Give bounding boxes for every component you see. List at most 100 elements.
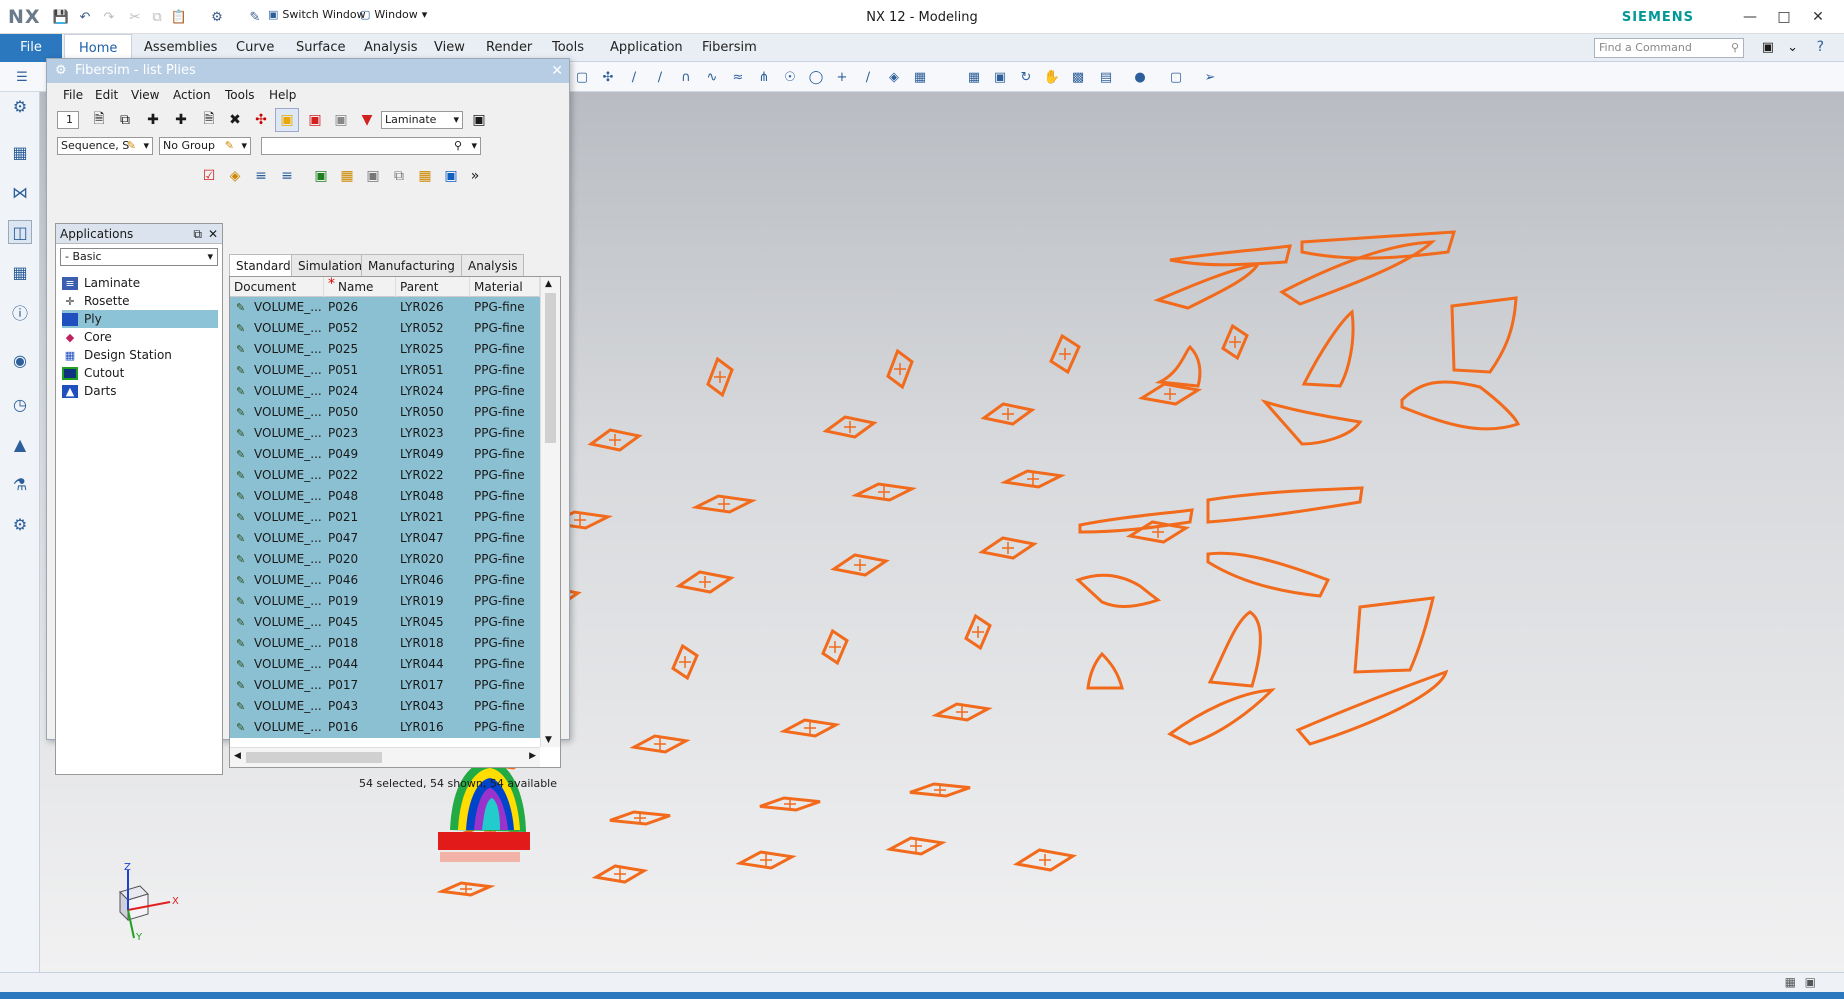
edit-pencil-icon[interactable]: ✎ <box>236 402 245 423</box>
edit-pencil-icon[interactable]: ✎ <box>236 675 245 696</box>
application-filter-select[interactable]: - Basic ▾ <box>60 248 218 266</box>
close-icon[interactable]: ✕ <box>208 224 218 244</box>
close-panel-icon[interactable]: ✕ <box>551 59 563 83</box>
constraint-navigator-icon[interactable]: ◫ <box>8 220 32 244</box>
system-scenes-icon[interactable]: ⚙ <box>8 512 32 536</box>
panel-menu-edit[interactable]: Edit <box>95 88 118 102</box>
tab-fibersim[interactable]: Fibersim <box>688 34 771 62</box>
table-row[interactable]: ✎ VOLUME_... P043 LYR043 PPG-fine <box>230 696 540 717</box>
ply-tool-icon[interactable]: ◈ <box>223 164 247 188</box>
line-tool-icon[interactable]: ∕ <box>650 68 670 86</box>
tab-analysis[interactable]: Analysis <box>461 254 525 276</box>
table-row[interactable]: ✎ VOLUME_... P017 LYR017 PPG-fine <box>230 675 540 696</box>
sort-icon[interactable]: ≡ <box>249 164 273 188</box>
laminate-combo[interactable]: Laminate ▾ <box>381 111 463 129</box>
intersection-icon[interactable]: ⋔ <box>754 68 774 86</box>
table-row[interactable]: ✎ VOLUME_... P044 LYR044 PPG-fine <box>230 654 540 675</box>
part-navigator-icon[interactable]: ▦ <box>8 140 32 164</box>
sequence-combo[interactable]: Sequence, S ✎ ▾ <box>57 137 153 155</box>
tab-application[interactable]: Application <box>596 34 697 62</box>
panel-menu-help[interactable]: Help <box>269 88 296 102</box>
table-row[interactable]: ✎ VOLUME_... P049 LYR049 PPG-fine <box>230 444 540 465</box>
minimize-icon[interactable]: — <box>1736 6 1764 28</box>
analysis-icon[interactable]: ▲ <box>8 432 32 456</box>
tangent-icon[interactable]: ∕ <box>858 68 878 86</box>
status-window-icon[interactable]: ▣ <box>1805 975 1816 989</box>
column-material[interactable]: Material <box>470 277 540 297</box>
app-item-design-station[interactable]: ▦ Design Station <box>62 346 218 364</box>
edit-pencil-icon[interactable]: ✎ <box>236 717 245 738</box>
orient-view-icon[interactable]: ▤ <box>1096 68 1116 86</box>
copy-tool-icon[interactable]: ⧉ <box>387 164 411 188</box>
section-icon[interactable]: ▩ <box>1068 68 1088 86</box>
edit-pencil-icon[interactable]: ✎ <box>236 486 245 507</box>
close-icon[interactable]: ✕ <box>1804 6 1832 28</box>
transform-icon[interactable]: ✣ <box>249 108 273 132</box>
table-row[interactable]: ✎ VOLUME_... P046 LYR046 PPG-fine <box>230 570 540 591</box>
edit-pencil-icon[interactable]: ✎ <box>236 423 245 444</box>
web-browser-icon[interactable]: ◉ <box>8 348 32 372</box>
maximize-icon[interactable]: □ <box>1770 6 1798 28</box>
edit-pencil-icon[interactable]: ✎ <box>236 465 245 486</box>
curve-icon[interactable]: ≈ <box>728 68 748 86</box>
table-row[interactable]: ✎ VOLUME_... P052 LYR052 PPG-fine <box>230 318 540 339</box>
move-icon[interactable]: ▦ <box>335 164 359 188</box>
table-row[interactable]: ✎ VOLUME_... P045 LYR045 PPG-fine <box>230 612 540 633</box>
render-style-icon[interactable]: ● <box>1130 68 1150 86</box>
filter-input[interactable]: ⚲ ▾ <box>261 137 481 155</box>
add-point-icon[interactable]: ✚ <box>141 108 165 132</box>
edit-pencil-icon[interactable]: ✎ <box>236 528 245 549</box>
grey-tool-icon[interactable]: ▣ <box>361 164 385 188</box>
gear-icon[interactable]: ⚙ <box>8 94 32 118</box>
app-item-darts[interactable]: ▲ Darts <box>62 382 218 400</box>
copy-document-icon[interactable]: ⧉ <box>113 108 137 132</box>
column-parent[interactable]: Parent <box>396 277 470 297</box>
add-origin-icon[interactable]: ✚ <box>169 108 193 132</box>
edit-pencil-icon[interactable]: ✎ <box>236 318 245 339</box>
form-view-icon[interactable]: ▣ <box>467 108 491 132</box>
export-icon[interactable]: ▼ <box>355 108 379 132</box>
app-item-cutout[interactable]: Cutout <box>62 364 218 382</box>
info-icon[interactable]: ⓘ <box>8 300 32 324</box>
edit-pencil-icon[interactable]: ✎ <box>236 654 245 675</box>
panel-menu-action[interactable]: Action <box>173 88 211 102</box>
pan-icon[interactable]: ✋ <box>1042 68 1062 86</box>
find-command-input[interactable]: Find a Command ⚲ <box>1594 38 1744 58</box>
assembly-navigator-icon[interactable]: ⋈ <box>8 180 32 204</box>
table-row[interactable]: ✎ VOLUME_... P025 LYR025 PPG-fine <box>230 339 540 360</box>
scroll-right-icon[interactable]: ▶ <box>529 751 536 761</box>
new-document-icon[interactable]: 🗎 <box>87 108 111 132</box>
app-item-rosette[interactable]: ✛ Rosette <box>62 292 218 310</box>
zoom-icon[interactable]: ▣ <box>990 68 1010 86</box>
page-number-input[interactable]: 1 <box>57 111 79 129</box>
edit-pencil-icon[interactable]: ✎ <box>236 612 245 633</box>
arc-icon[interactable]: ∩ <box>676 68 696 86</box>
edit-pencil-icon[interactable]: ✎ <box>236 507 245 528</box>
checkbox-icon[interactable]: ☑ <box>197 164 221 188</box>
panel-menu-tools[interactable]: Tools <box>225 88 255 102</box>
menu-icon[interactable]: ☰ <box>12 68 32 86</box>
table-row[interactable]: ✎ VOLUME_... P016 LYR016 PPG-fine <box>230 717 540 738</box>
align-icon[interactable]: ≡ <box>275 164 299 188</box>
edit-pencil-icon[interactable]: ✎ <box>236 549 245 570</box>
edit-pencil-icon[interactable]: ✎ <box>236 360 245 381</box>
reuse-library-icon[interactable]: ▦ <box>8 260 32 284</box>
edit-pencil-icon[interactable]: ✎ <box>236 339 245 360</box>
table-row[interactable]: ✎ VOLUME_... P023 LYR023 PPG-fine <box>230 423 540 444</box>
red-box-icon[interactable]: ▣ <box>303 108 327 132</box>
restore-icon[interactable]: ⧉ <box>193 224 202 244</box>
edit-pencil-icon[interactable]: ✎ <box>236 696 245 717</box>
panel-title-bar[interactable]: ⚙ Fibersim - list Plies ✕ <box>47 59 569 83</box>
tab-simulation[interactable]: Simulation <box>291 254 369 276</box>
fit-view-icon[interactable]: ▦ <box>964 68 984 86</box>
layer-icon[interactable]: ▦ <box>910 68 930 86</box>
table-row[interactable]: ✎ VOLUME_... P050 LYR050 PPG-fine <box>230 402 540 423</box>
table-row[interactable]: ✎ VOLUME_... P020 LYR020 PPG-fine <box>230 549 540 570</box>
edit-pencil-icon[interactable]: ✎ <box>236 570 245 591</box>
table-row[interactable]: ✎ VOLUME_... P022 LYR022 PPG-fine <box>230 465 540 486</box>
roles-icon[interactable]: ⚗ <box>8 472 32 496</box>
history-icon[interactable]: ◷ <box>8 392 32 416</box>
table-row[interactable]: ✎ VOLUME_... P051 LYR051 PPG-fine <box>230 360 540 381</box>
hscroll-thumb[interactable] <box>246 752 382 763</box>
blue-tool-icon[interactable]: ▣ <box>439 164 463 188</box>
